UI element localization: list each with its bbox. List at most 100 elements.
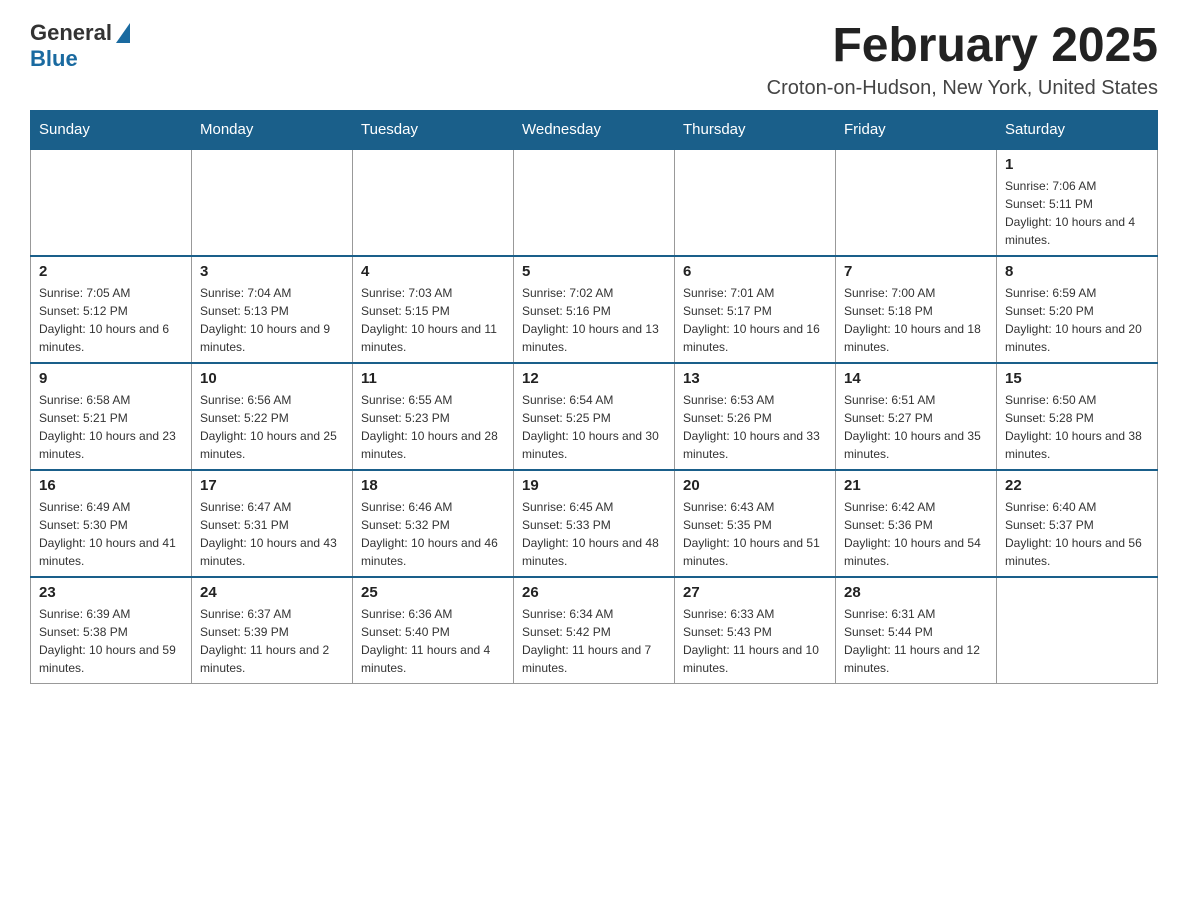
day-info: Sunrise: 6:36 AM Sunset: 5:40 PM Dayligh… [361,605,505,677]
day-info: Sunrise: 6:45 AM Sunset: 5:33 PM Dayligh… [522,498,666,570]
calendar-cell: 10Sunrise: 6:56 AM Sunset: 5:22 PM Dayli… [192,363,353,470]
calendar-header-wednesday: Wednesday [514,110,675,149]
day-info: Sunrise: 6:40 AM Sunset: 5:37 PM Dayligh… [1005,498,1149,570]
calendar-cell: 24Sunrise: 6:37 AM Sunset: 5:39 PM Dayli… [192,577,353,684]
day-number: 5 [522,263,666,280]
logo-blue-text: Blue [30,46,78,72]
calendar-cell: 15Sunrise: 6:50 AM Sunset: 5:28 PM Dayli… [997,363,1158,470]
calendar-cell: 11 Sunrise: 6:55 AM Sunset: 5:23 PM Dayli… [353,363,514,470]
calendar-cell: 2Sunrise: 7:05 AM Sunset: 5:12 PM Daylig… [31,256,192,363]
calendar-cell: 9 Sunrise: 6:58 AM Sunset: 5:21 PM Daylig… [31,363,192,470]
calendar-cell: 17 Sunrise: 6:47 AM Sunset: 5:31 PM Dayli… [192,470,353,577]
calendar-week-row: 1 Sunrise: 7:06 AM Sunset: 5:11 PM Daylig… [31,149,1158,256]
day-number: 12 [522,370,666,387]
logo: General Blue [30,20,132,72]
day-number: 11 [361,370,505,387]
calendar-cell: 19 Sunrise: 6:45 AM Sunset: 5:33 PM Dayli… [514,470,675,577]
day-number: 7 [844,263,988,280]
day-info: Sunrise: 6:49 AM Sunset: 5:30 PM Dayligh… [39,498,183,570]
day-number: 20 [683,477,827,494]
day-number: 14 [844,370,988,387]
day-number: 4 [361,263,505,280]
day-info: Sunrise: 6:50 AM Sunset: 5:28 PM Dayligh… [1005,391,1149,463]
calendar-header-sunday: Sunday [31,110,192,149]
calendar-cell [997,577,1158,684]
day-number: 26 [522,584,666,601]
calendar-cell: 1 Sunrise: 7:06 AM Sunset: 5:11 PM Daylig… [997,149,1158,256]
calendar-cell: 4 Sunrise: 7:03 AM Sunset: 5:15 PM Daylig… [353,256,514,363]
day-number: 13 [683,370,827,387]
calendar-cell: 27 Sunrise: 6:33 AM Sunset: 5:43 PM Dayli… [675,577,836,684]
calendar-header-monday: Monday [192,110,353,149]
day-number: 3 [200,263,344,280]
calendar-week-row: 2Sunrise: 7:05 AM Sunset: 5:12 PM Daylig… [31,256,1158,363]
day-info: Sunrise: 7:00 AM Sunset: 5:18 PM Dayligh… [844,284,988,356]
calendar-cell: 8 Sunrise: 6:59 AM Sunset: 5:20 PM Daylig… [997,256,1158,363]
day-info: Sunrise: 6:31 AM Sunset: 5:44 PM Dayligh… [844,605,988,677]
day-number: 22 [1005,477,1149,494]
day-number: 9 [39,370,183,387]
day-number: 8 [1005,263,1149,280]
calendar-cell: 28 Sunrise: 6:31 AM Sunset: 5:44 PM Dayli… [836,577,997,684]
day-info: Sunrise: 6:53 AM Sunset: 5:26 PM Dayligh… [683,391,827,463]
logo-general-text: General [30,20,112,46]
calendar-cell [514,149,675,256]
day-info: Sunrise: 6:55 AM Sunset: 5:23 PM Dayligh… [361,391,505,463]
calendar-header-tuesday: Tuesday [353,110,514,149]
calendar-cell: 20 Sunrise: 6:43 AM Sunset: 5:35 PM Dayli… [675,470,836,577]
calendar-cell [353,149,514,256]
logo-triangle-icon [116,23,130,43]
calendar-cell [836,149,997,256]
day-number: 1 [1005,156,1149,173]
day-info: Sunrise: 7:06 AM Sunset: 5:11 PM Dayligh… [1005,177,1149,249]
calendar-cell: 6Sunrise: 7:01 AM Sunset: 5:17 PM Daylig… [675,256,836,363]
day-number: 10 [200,370,344,387]
calendar-cell: 22 Sunrise: 6:40 AM Sunset: 5:37 PM Dayli… [997,470,1158,577]
calendar-cell: 5 Sunrise: 7:02 AM Sunset: 5:16 PM Daylig… [514,256,675,363]
calendar-cell: 13 Sunrise: 6:53 AM Sunset: 5:26 PM Dayli… [675,363,836,470]
day-info: Sunrise: 6:43 AM Sunset: 5:35 PM Dayligh… [683,498,827,570]
calendar-subtitle: Croton-on-Hudson, New York, United State… [767,77,1158,100]
calendar-week-row: 16Sunrise: 6:49 AM Sunset: 5:30 PM Dayli… [31,470,1158,577]
title-block: February 2025 Croton-on-Hudson, New York… [767,20,1158,100]
calendar-cell: 18Sunrise: 6:46 AM Sunset: 5:32 PM Dayli… [353,470,514,577]
day-number: 28 [844,584,988,601]
day-info: Sunrise: 6:59 AM Sunset: 5:20 PM Dayligh… [1005,284,1149,356]
calendar-header-saturday: Saturday [997,110,1158,149]
day-info: Sunrise: 6:51 AM Sunset: 5:27 PM Dayligh… [844,391,988,463]
page-header: General Blue February 2025 Croton-on-Hud… [30,20,1158,100]
calendar-week-row: 9 Sunrise: 6:58 AM Sunset: 5:21 PM Daylig… [31,363,1158,470]
day-number: 17 [200,477,344,494]
day-info: Sunrise: 6:37 AM Sunset: 5:39 PM Dayligh… [200,605,344,677]
calendar-cell [675,149,836,256]
day-info: Sunrise: 7:03 AM Sunset: 5:15 PM Dayligh… [361,284,505,356]
day-info: Sunrise: 7:05 AM Sunset: 5:12 PM Dayligh… [39,284,183,356]
day-info: Sunrise: 6:39 AM Sunset: 5:38 PM Dayligh… [39,605,183,677]
calendar-header-friday: Friday [836,110,997,149]
day-info: Sunrise: 6:47 AM Sunset: 5:31 PM Dayligh… [200,498,344,570]
day-number: 25 [361,584,505,601]
calendar-week-row: 23 Sunrise: 6:39 AM Sunset: 5:38 PM Dayli… [31,577,1158,684]
calendar-table: SundayMondayTuesdayWednesdayThursdayFrid… [30,110,1158,684]
day-info: Sunrise: 6:33 AM Sunset: 5:43 PM Dayligh… [683,605,827,677]
calendar-cell: 23 Sunrise: 6:39 AM Sunset: 5:38 PM Dayli… [31,577,192,684]
day-number: 19 [522,477,666,494]
day-info: Sunrise: 7:04 AM Sunset: 5:13 PM Dayligh… [200,284,344,356]
calendar-cell [31,149,192,256]
calendar-cell: 26Sunrise: 6:34 AM Sunset: 5:42 PM Dayli… [514,577,675,684]
calendar-cell: 25 Sunrise: 6:36 AM Sunset: 5:40 PM Dayli… [353,577,514,684]
day-number: 27 [683,584,827,601]
calendar-cell: 12Sunrise: 6:54 AM Sunset: 5:25 PM Dayli… [514,363,675,470]
calendar-header-thursday: Thursday [675,110,836,149]
day-number: 23 [39,584,183,601]
day-info: Sunrise: 7:02 AM Sunset: 5:16 PM Dayligh… [522,284,666,356]
calendar-header-row: SundayMondayTuesdayWednesdayThursdayFrid… [31,110,1158,149]
calendar-title: February 2025 [767,20,1158,73]
calendar-cell: 21Sunrise: 6:42 AM Sunset: 5:36 PM Dayli… [836,470,997,577]
day-info: Sunrise: 6:42 AM Sunset: 5:36 PM Dayligh… [844,498,988,570]
calendar-cell: 7 Sunrise: 7:00 AM Sunset: 5:18 PM Daylig… [836,256,997,363]
calendar-cell: 14 Sunrise: 6:51 AM Sunset: 5:27 PM Dayli… [836,363,997,470]
day-info: Sunrise: 7:01 AM Sunset: 5:17 PM Dayligh… [683,284,827,356]
day-info: Sunrise: 6:46 AM Sunset: 5:32 PM Dayligh… [361,498,505,570]
day-info: Sunrise: 6:58 AM Sunset: 5:21 PM Dayligh… [39,391,183,463]
